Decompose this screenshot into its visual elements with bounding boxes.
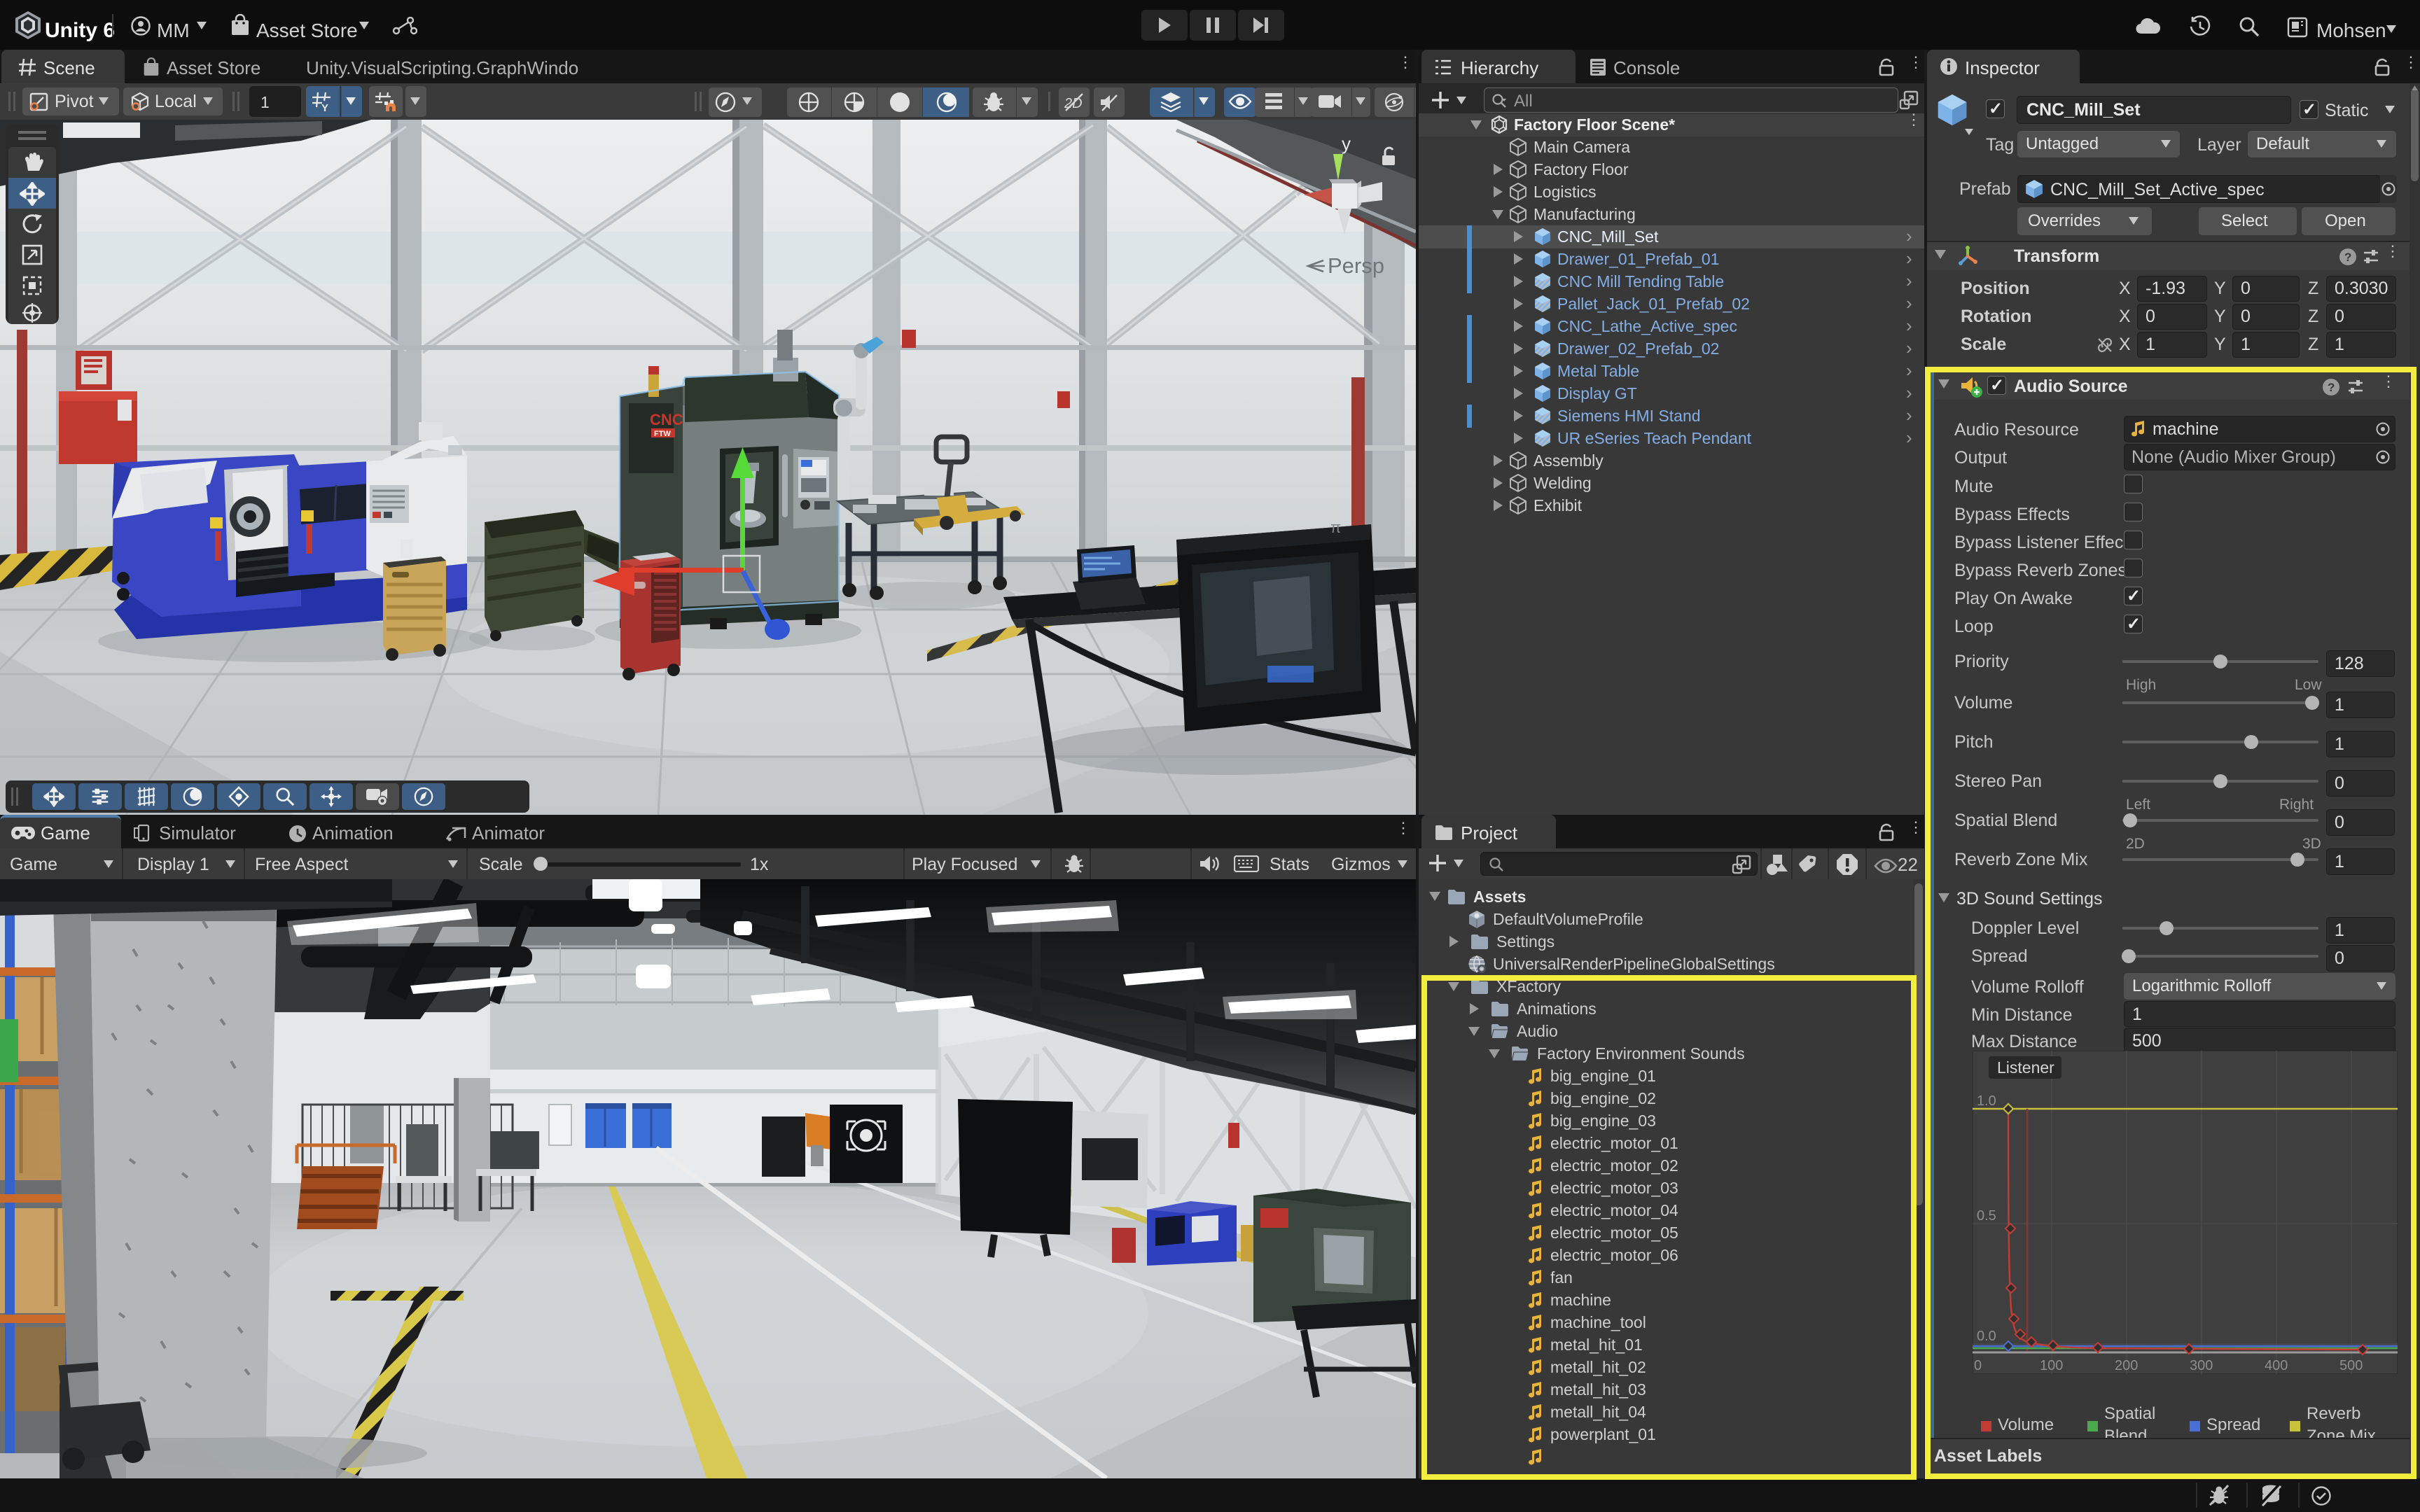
svg-text:?: ?: [2344, 251, 2351, 264]
svg-text:π: π: [1330, 519, 1341, 536]
svg-text:x: x: [1294, 186, 1303, 207]
svg-text:FTW: FTW: [654, 430, 671, 438]
svg-text:Y: Y: [321, 102, 328, 113]
svg-text:y: y: [1342, 133, 1351, 154]
svg-text:CNC: CNC: [650, 411, 683, 428]
